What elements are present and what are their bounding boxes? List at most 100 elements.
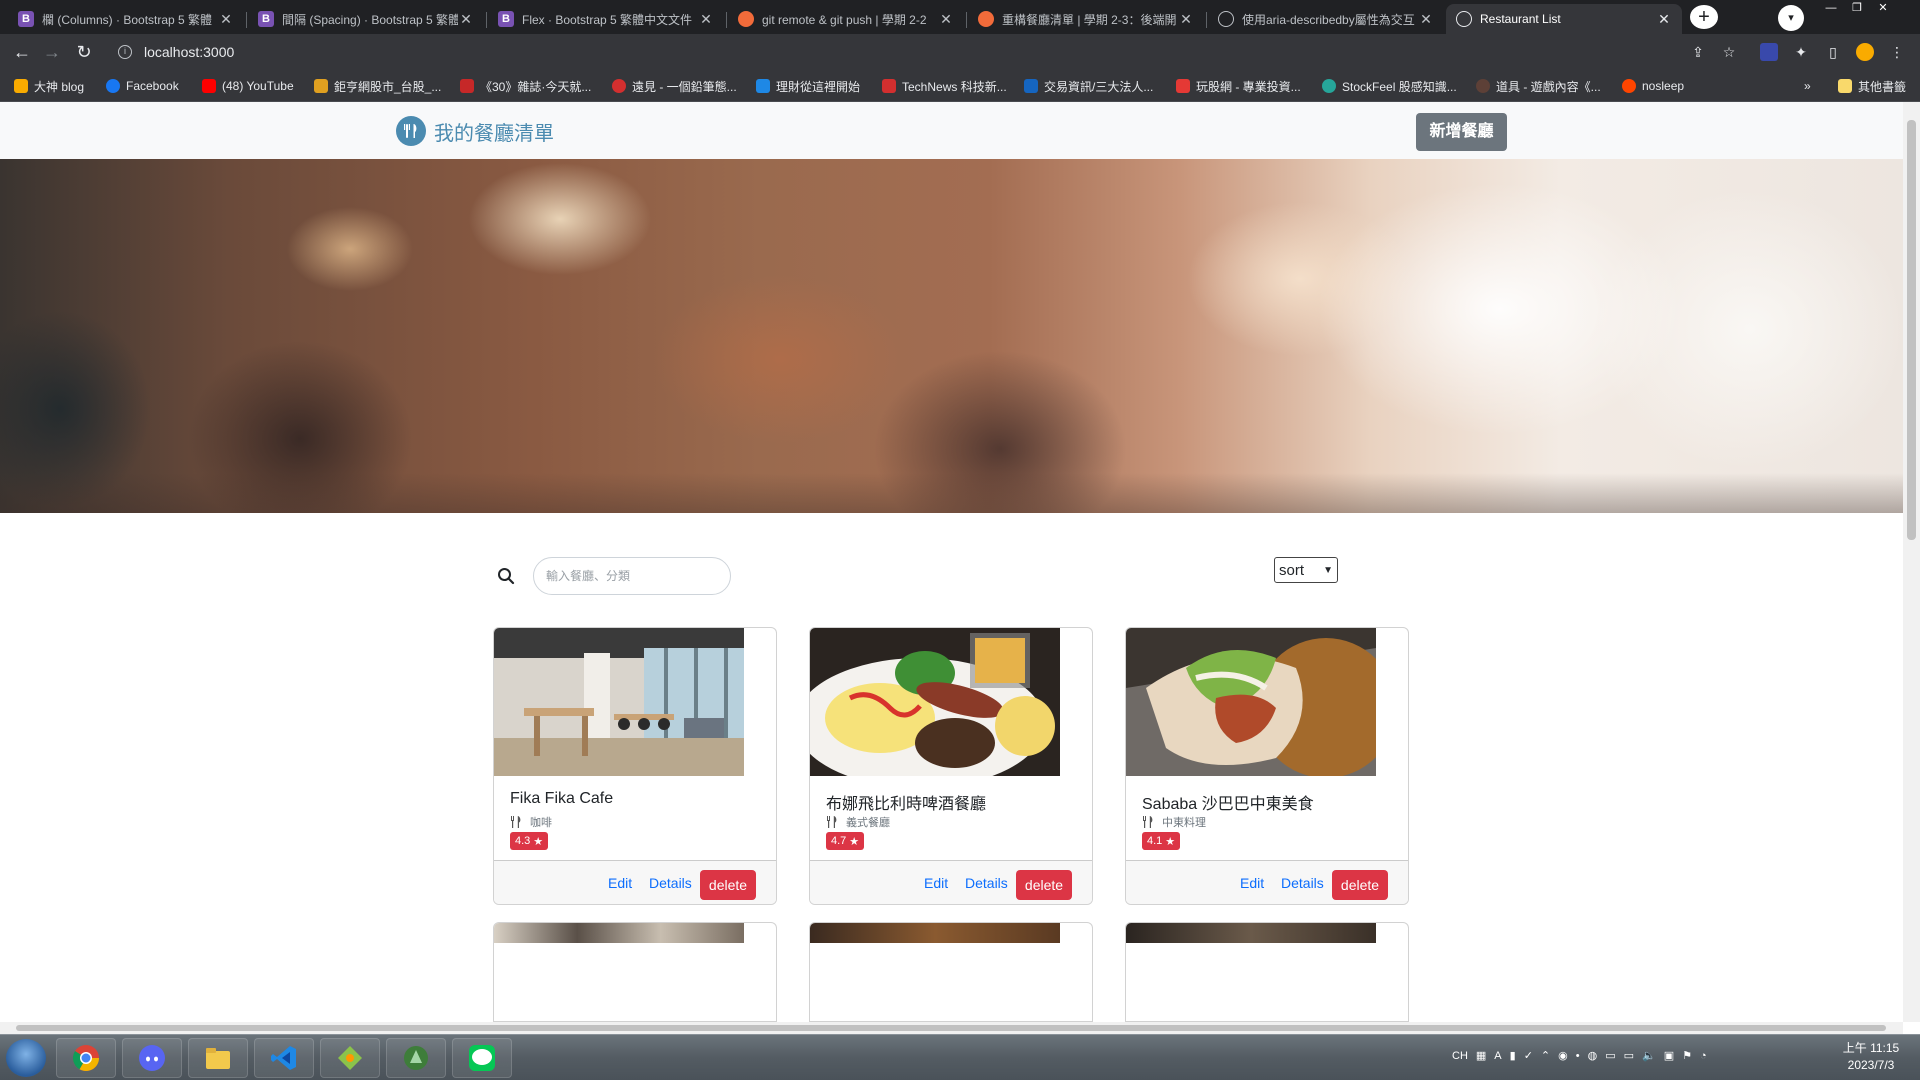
maximize-icon[interactable]: ❐ xyxy=(1844,0,1870,16)
browser-tab[interactable]: B Flex · Bootstrap 5 繁體中文文件 ✕ xyxy=(488,4,724,34)
extension-icon[interactable] xyxy=(1760,43,1778,61)
restaurant-card[interactable] xyxy=(493,922,777,1022)
start-button[interactable] xyxy=(6,1039,46,1077)
bookmark-item[interactable]: 遠見 - 一個鉛筆態... xyxy=(612,77,737,95)
chevron-up-icon[interactable]: ⌃ xyxy=(1541,1049,1550,1062)
browser-tab[interactable]: 重構餐廳清單 | 學期 2-3：後端開 ✕ xyxy=(968,4,1204,34)
bookmark-item[interactable]: Facebook xyxy=(106,77,179,95)
browser-tab[interactable]: B 間隔 (Spacing) · Bootstrap 5 繁體 ✕ xyxy=(248,4,484,34)
flag-icon[interactable]: ⚑ xyxy=(1682,1049,1692,1062)
minimize-icon[interactable]: — xyxy=(1818,0,1844,16)
close-icon[interactable]: ✕ xyxy=(938,11,954,28)
details-link[interactable]: Details xyxy=(649,875,692,891)
discord-tray-icon[interactable]: ◉ xyxy=(1558,1049,1568,1062)
power-icon[interactable]: ◔ xyxy=(1700,1050,1707,1062)
restaurant-photo[interactable] xyxy=(494,628,744,776)
font-icon[interactable]: A xyxy=(1494,1050,1501,1062)
close-icon[interactable]: ✕ xyxy=(698,11,714,28)
browser-tab[interactable]: 使用aria-describedby屬性為交互 ✕ xyxy=(1208,4,1444,34)
input-language-indicator[interactable]: CH xyxy=(1452,1050,1468,1062)
restaurant-photo[interactable] xyxy=(810,923,1060,943)
delete-button[interactable]: delete xyxy=(1332,870,1388,900)
restaurant-card[interactable]: Fika Fika Cafe 咖啡 4.3 ★ Edit Details dele… xyxy=(493,627,777,905)
chrome-taskbar-icon[interactable] xyxy=(56,1038,116,1078)
details-link[interactable]: Details xyxy=(965,875,1008,891)
restaurant-photo[interactable] xyxy=(1126,923,1376,943)
restaurant-photo[interactable] xyxy=(1126,628,1376,776)
calendar-icon[interactable]: ▣ xyxy=(1664,1049,1674,1062)
address-bar[interactable]: i localhost:3000 xyxy=(110,38,1770,66)
browser-tab-active[interactable]: Restaurant List ✕ xyxy=(1446,4,1682,34)
edit-link[interactable]: Edit xyxy=(608,875,632,891)
browser-tab[interactable]: git remote & git push | 學期 2-2 ✕ xyxy=(728,4,964,34)
edit-link[interactable]: Edit xyxy=(924,875,948,891)
bookmark-item[interactable]: 《30》雜誌·今天就... xyxy=(460,77,591,95)
ime-icon[interactable]: ▦ xyxy=(1476,1049,1486,1062)
restaurant-photo[interactable] xyxy=(494,923,744,943)
tab-search-button[interactable]: ▾ xyxy=(1778,5,1804,31)
url-text[interactable]: localhost:3000 xyxy=(144,44,234,60)
bookmarks-overflow[interactable]: » xyxy=(1804,77,1811,95)
close-icon[interactable]: ✕ xyxy=(1178,11,1194,28)
tab-title: 使用aria-describedby屬性為交互 xyxy=(1242,12,1415,27)
check-icon[interactable]: ✓ xyxy=(1524,1049,1533,1062)
puzzle-icon[interactable]: ✦ xyxy=(1792,43,1810,61)
forward-icon[interactable]: → xyxy=(40,40,64,64)
back-icon[interactable]: ← xyxy=(10,40,34,64)
bookmark-item[interactable]: (48) YouTube xyxy=(202,77,294,95)
bookmark-item[interactable]: 道具 - 遊戲內容《... xyxy=(1476,77,1601,95)
notes-icon[interactable]: ▮ xyxy=(1510,1049,1516,1062)
other-bookmarks[interactable]: 其他書籤 xyxy=(1838,77,1906,95)
sourcetree-taskbar-icon[interactable] xyxy=(320,1038,380,1078)
star-icon[interactable]: ☆ xyxy=(1720,43,1738,61)
sort-select[interactable]: sort ▼ xyxy=(1274,557,1338,583)
restaurant-photo[interactable] xyxy=(810,628,1060,776)
bookmark-item[interactable]: StockFeel 股感知識... xyxy=(1322,77,1457,95)
clock-time: 上午 11:15 xyxy=(1842,1041,1900,1055)
vertical-scrollbar[interactable] xyxy=(1903,102,1920,1022)
system-clock[interactable]: 上午 11:15 2023/7/3 xyxy=(1826,1040,1916,1074)
search-input[interactable] xyxy=(533,557,731,595)
app-taskbar-icon[interactable] xyxy=(386,1038,446,1078)
network-icon[interactable]: ▭ xyxy=(1605,1049,1615,1062)
close-icon[interactable]: ✕ xyxy=(458,11,474,28)
details-link[interactable]: Details xyxy=(1281,875,1324,891)
bookmark-item[interactable]: 理財從這裡開始 xyxy=(756,77,860,95)
share-icon[interactable]: ⇪ xyxy=(1689,43,1707,61)
restaurant-card[interactable] xyxy=(809,922,1093,1022)
brand-link[interactable]: 我的餐廳清單 xyxy=(396,116,554,146)
info-icon[interactable]: i xyxy=(118,45,132,59)
new-tab-button[interactable]: + xyxy=(1690,5,1718,29)
display-icon[interactable]: ▭ xyxy=(1624,1049,1634,1062)
menu-icon[interactable]: ⋮ xyxy=(1888,43,1906,61)
sidepanel-icon[interactable]: ▯ xyxy=(1824,43,1842,61)
line-taskbar-icon[interactable] xyxy=(452,1038,512,1078)
delete-button[interactable]: delete xyxy=(700,870,756,900)
profile-avatar[interactable] xyxy=(1856,43,1874,61)
close-icon[interactable]: ✕ xyxy=(1418,11,1434,28)
close-icon[interactable]: ✕ xyxy=(1656,11,1672,28)
reload-icon[interactable]: ↻ xyxy=(72,40,96,64)
bookmark-item[interactable]: TechNews 科技新... xyxy=(882,77,1007,95)
add-restaurant-button[interactable]: 新增餐廳 xyxy=(1416,113,1507,151)
restaurant-card[interactable] xyxy=(1125,922,1409,1022)
bookmark-item[interactable]: 玩股網 - 專業投資... xyxy=(1176,77,1301,95)
horizontal-scrollbar[interactable] xyxy=(0,1022,1903,1034)
restaurant-card[interactable]: 布娜飛比利時啤酒餐廳 義式餐廳 4.7 ★ Edit Details delete xyxy=(809,627,1093,905)
volume-icon[interactable]: 🔈 xyxy=(1642,1049,1656,1062)
discord-taskbar-icon[interactable] xyxy=(122,1038,182,1078)
bookmark-item[interactable]: 大神 blog xyxy=(14,77,84,95)
close-window-icon[interactable]: ✕ xyxy=(1870,0,1896,16)
bookmark-item[interactable]: nosleep xyxy=(1622,77,1684,95)
dot-icon[interactable]: • xyxy=(1576,1050,1580,1062)
delete-button[interactable]: delete xyxy=(1016,870,1072,900)
restaurant-card[interactable]: Sababa 沙巴巴中東美食 中東料理 4.1 ★ Edit Details de… xyxy=(1125,627,1409,905)
bookmark-item[interactable]: 交易資訊/三大法人... xyxy=(1024,77,1153,95)
wechat-tray-icon[interactable]: ◍ xyxy=(1588,1049,1598,1062)
browser-tab[interactable]: B 欄 (Columns) · Bootstrap 5 繁體 ✕ xyxy=(8,4,244,34)
edit-link[interactable]: Edit xyxy=(1240,875,1264,891)
close-icon[interactable]: ✕ xyxy=(218,11,234,28)
file-explorer-taskbar-icon[interactable] xyxy=(188,1038,248,1078)
bookmark-item[interactable]: 鉅亨網股市_台股_... xyxy=(314,77,441,95)
vscode-taskbar-icon[interactable] xyxy=(254,1038,314,1078)
